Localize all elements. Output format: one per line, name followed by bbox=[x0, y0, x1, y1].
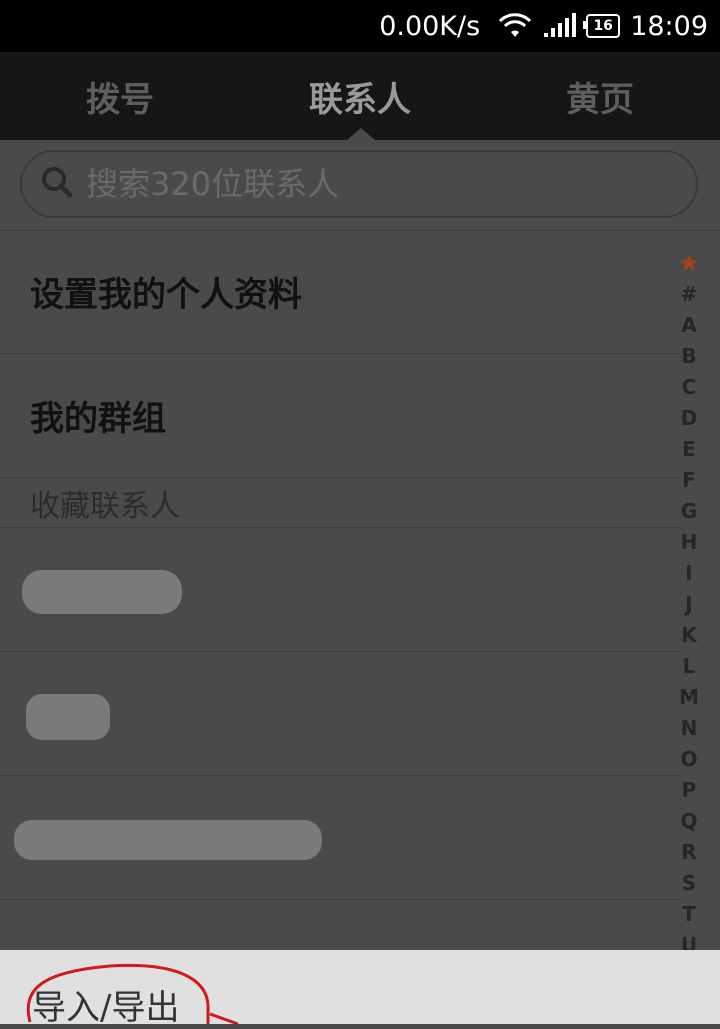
index-letter[interactable]: A bbox=[681, 310, 696, 341]
index-letter[interactable]: N bbox=[681, 713, 698, 744]
redacted-name bbox=[14, 820, 322, 860]
contact-list: 设置我的个人资料 我的群组 收藏联系人 bbox=[0, 230, 680, 1024]
contact-row[interactable] bbox=[0, 652, 680, 776]
signal-icon bbox=[542, 13, 577, 39]
tab-bar: 拨号 联系人 黄页 bbox=[0, 52, 720, 140]
index-letter[interactable]: C bbox=[682, 372, 697, 403]
favorites-header: 收藏联系人 bbox=[0, 478, 680, 528]
contact-row[interactable] bbox=[0, 528, 680, 652]
battery-icon: 16 bbox=[583, 14, 621, 38]
index-letter[interactable]: P bbox=[682, 775, 697, 806]
index-letter[interactable]: I bbox=[685, 558, 692, 589]
search-icon bbox=[40, 165, 74, 203]
index-letter[interactable]: T bbox=[682, 899, 696, 930]
index-letter[interactable]: E bbox=[682, 434, 696, 465]
network-speed: 0.00K/s bbox=[379, 10, 481, 42]
profile-label: 设置我的个人资料 bbox=[30, 275, 302, 315]
alphabet-index[interactable]: ★ # A B C D E F G H I J K L M N O P Q R S T U bbox=[672, 248, 706, 961]
contact-row[interactable] bbox=[0, 776, 680, 900]
groups-label: 我的群组 bbox=[30, 399, 166, 439]
list-item-profile[interactable]: 设置我的个人资料 bbox=[0, 230, 680, 354]
index-letter[interactable]: S bbox=[682, 868, 696, 899]
tab-yellow-pages[interactable]: 黄页 bbox=[480, 52, 720, 140]
index-letter[interactable]: R bbox=[681, 837, 696, 868]
list-item-groups[interactable]: 我的群组 bbox=[0, 354, 680, 478]
tab-dialer[interactable]: 拨号 bbox=[0, 52, 240, 140]
search-input[interactable] bbox=[84, 164, 648, 204]
clock: 18:09 bbox=[630, 10, 708, 42]
index-letter[interactable]: # bbox=[681, 279, 698, 310]
wifi-icon bbox=[498, 13, 532, 39]
index-letter[interactable]: L bbox=[683, 651, 696, 682]
import-export-menu-item[interactable]: 导入/导出 bbox=[32, 980, 179, 1029]
index-letter[interactable]: H bbox=[681, 527, 698, 558]
redacted-name bbox=[26, 694, 110, 740]
status-bar: 0.00K/s 16 18:09 bbox=[0, 0, 720, 52]
index-letter[interactable]: K bbox=[681, 620, 697, 651]
bottom-menu: 导入/导出 bbox=[0, 950, 720, 1028]
active-tab-indicator bbox=[347, 128, 375, 140]
redacted-name bbox=[22, 570, 182, 614]
index-letter[interactable]: D bbox=[681, 403, 698, 434]
index-letter[interactable]: G bbox=[681, 496, 697, 527]
index-letter[interactable]: M bbox=[679, 682, 699, 713]
index-letter[interactable]: Q bbox=[680, 806, 697, 837]
index-letter[interactable]: O bbox=[680, 744, 697, 775]
search-area bbox=[0, 140, 720, 231]
index-letter[interactable]: F bbox=[682, 465, 696, 496]
tab-contacts[interactable]: 联系人 bbox=[240, 52, 480, 140]
index-favorites-star-icon[interactable]: ★ bbox=[678, 248, 700, 279]
search-box[interactable] bbox=[20, 150, 698, 218]
index-letter[interactable]: B bbox=[681, 341, 696, 372]
index-letter[interactable]: J bbox=[685, 589, 692, 620]
